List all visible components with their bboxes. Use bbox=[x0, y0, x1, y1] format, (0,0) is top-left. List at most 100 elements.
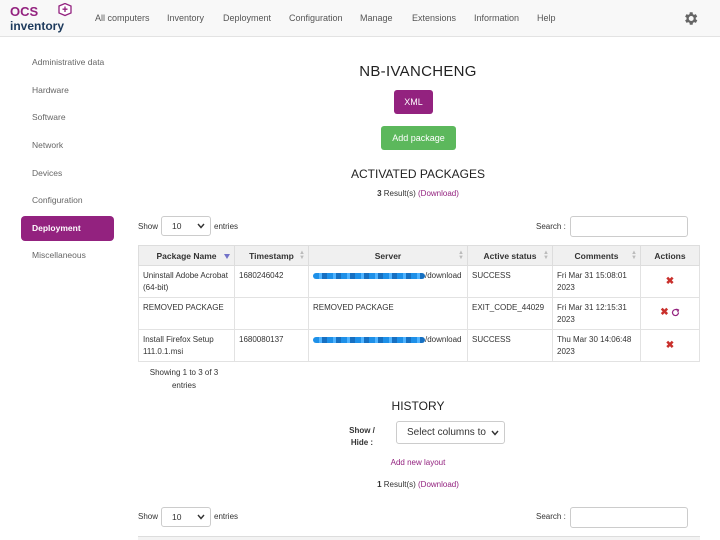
cell-comments: Fri Mar 31 12:15:31 2023 bbox=[552, 297, 641, 330]
column-label: Timestamp bbox=[249, 250, 294, 261]
delete-icon[interactable]: ✖ bbox=[666, 276, 674, 287]
add-new-layout-link[interactable]: Add new layout bbox=[300, 458, 536, 467]
activated-packages-title: ACTIVATED PACKAGES bbox=[350, 167, 486, 181]
svg-text:inventory: inventory bbox=[10, 19, 64, 33]
sidebar-item-administrative-data[interactable]: Administrative data bbox=[21, 50, 114, 75]
server-suffix: /download bbox=[425, 335, 462, 344]
activated-search-label: Search : bbox=[536, 222, 566, 231]
sidebar-item-deployment[interactable]: Deployment bbox=[21, 216, 114, 241]
history-result-suffix: Result(s) bbox=[383, 480, 416, 489]
svg-text:OCS: OCS bbox=[10, 4, 39, 19]
history-download-link[interactable]: (Download) bbox=[418, 480, 459, 489]
history-results-count: 1 Result(s) (Download) bbox=[300, 480, 536, 489]
table-info-text: Showing 1 to 3 of 3 entries bbox=[149, 368, 219, 390]
cell-actions: ✖ bbox=[640, 265, 700, 298]
select-columns-dropdown[interactable]: Select columns to bbox=[396, 421, 505, 444]
activated-result-suffix: Result(s) bbox=[383, 189, 416, 198]
nav-manage[interactable]: Manage bbox=[360, 13, 393, 23]
cell-package-name: Install Firefox Setup 111.0.1.msi bbox=[138, 329, 235, 362]
history-entries-value: 10 bbox=[172, 512, 182, 522]
show-hide-label: Show / Hide : bbox=[349, 426, 375, 447]
column-comments[interactable]: Comments ▲ ▼ bbox=[552, 245, 641, 266]
nav-extensions[interactable]: Extensions bbox=[412, 13, 456, 23]
column-active-status[interactable]: Active status ▲ ▼ bbox=[467, 245, 553, 266]
history-entries-select[interactable]: 10 bbox=[161, 507, 211, 527]
activated-results-count: 3 Result(s) (Download) bbox=[300, 189, 536, 198]
redacted-server-url bbox=[313, 272, 425, 279]
nav-information[interactable]: Information bbox=[474, 13, 519, 23]
history-search-input[interactable] bbox=[570, 507, 688, 528]
history-show-label: Show bbox=[138, 512, 159, 521]
table-header-row: Package Name Timestamp ▲ ▼ Server ▲ ▼ Acti… bbox=[138, 245, 700, 266]
redacted-server-url bbox=[313, 336, 425, 343]
activated-download-link[interactable]: (Download) bbox=[418, 189, 459, 198]
history-table-header-edge bbox=[138, 536, 700, 540]
top-navbar: OCS inventory All computers Inventory De… bbox=[0, 0, 720, 37]
column-label: Comments bbox=[574, 250, 619, 261]
activated-show-label: Show bbox=[138, 222, 159, 231]
column-label: Actions bbox=[654, 250, 686, 261]
column-label: Package Name bbox=[156, 250, 217, 261]
sort-icon: ▲ ▼ bbox=[458, 250, 464, 261]
ocs-inventory-logo[interactable]: OCS inventory bbox=[9, 3, 75, 33]
table-row: REMOVED PACKAGE REMOVED PACKAGE EXIT_COD… bbox=[138, 297, 700, 330]
activated-result-number: 3 bbox=[377, 189, 382, 198]
column-actions: Actions bbox=[640, 245, 700, 266]
select-columns-value: Select columns to bbox=[407, 427, 486, 438]
chevron-down-icon bbox=[197, 223, 205, 229]
history-result-number: 1 bbox=[377, 480, 382, 489]
delete-icon[interactable]: ✖ bbox=[660, 307, 668, 318]
cell-actions: ✖ bbox=[640, 297, 700, 330]
column-label: Active status bbox=[483, 250, 537, 261]
cell-timestamp: 1680080137 bbox=[234, 329, 309, 362]
activated-entries-select[interactable]: 10 bbox=[161, 216, 211, 236]
cell-timestamp bbox=[234, 297, 309, 330]
column-timestamp[interactable]: Timestamp ▲ ▼ bbox=[234, 245, 309, 266]
computer-name-title: NB-IVANCHENG bbox=[359, 63, 477, 80]
sort-icon: ▲ ▼ bbox=[543, 250, 549, 261]
activated-packages-table: Package Name Timestamp ▲ ▼ Server ▲ ▼ Acti… bbox=[138, 245, 700, 362]
refresh-icon[interactable] bbox=[671, 308, 680, 317]
sidebar-item-network[interactable]: Network bbox=[21, 133, 114, 158]
sort-icon: ▲ ▼ bbox=[631, 250, 637, 261]
gear-icon[interactable] bbox=[682, 10, 699, 27]
column-label: Server bbox=[374, 250, 402, 261]
history-entries-label: entries bbox=[214, 512, 239, 521]
cell-server: /download bbox=[308, 265, 468, 298]
activated-search-input[interactable] bbox=[570, 216, 688, 237]
chevron-down-icon bbox=[491, 430, 499, 436]
column-package-name[interactable]: Package Name bbox=[138, 245, 235, 266]
sidebar-item-miscellaneous[interactable]: Miscellaneous bbox=[21, 243, 114, 268]
sort-desc-icon bbox=[224, 254, 230, 259]
sidebar-item-hardware[interactable]: Hardware bbox=[21, 78, 114, 103]
nav-deployment[interactable]: Deployment bbox=[223, 13, 271, 23]
server-suffix: /download bbox=[425, 271, 462, 280]
sort-icon: ▲ ▼ bbox=[299, 250, 305, 261]
cell-package-name: REMOVED PACKAGE bbox=[138, 297, 235, 330]
nav-configuration[interactable]: Configuration bbox=[289, 13, 343, 23]
table-row: Uninstall Adobe Acrobat (64-bit) 1680246… bbox=[138, 265, 700, 298]
history-title: HISTORY bbox=[391, 399, 445, 413]
nav-help[interactable]: Help bbox=[537, 13, 556, 23]
sidebar-item-software[interactable]: Software bbox=[21, 105, 114, 130]
cell-status: EXIT_CODE_44029 bbox=[467, 297, 553, 330]
cell-server: /download bbox=[308, 329, 468, 362]
cell-status: SUCCESS bbox=[467, 265, 553, 298]
cell-package-name: Uninstall Adobe Acrobat (64-bit) bbox=[138, 265, 235, 298]
cell-timestamp: 1680246042 bbox=[234, 265, 309, 298]
nav-all-computers[interactable]: All computers bbox=[95, 13, 150, 23]
delete-icon[interactable]: ✖ bbox=[666, 340, 674, 351]
chevron-down-icon bbox=[197, 514, 205, 520]
nav-inventory[interactable]: Inventory bbox=[167, 13, 204, 23]
cell-comments: Thu Mar 30 14:06:48 2023 bbox=[552, 329, 641, 362]
table-row: Install Firefox Setup 111.0.1.msi 168008… bbox=[138, 329, 700, 362]
xml-button[interactable]: XML bbox=[394, 90, 433, 114]
cell-status: SUCCESS bbox=[467, 329, 553, 362]
sidebar-item-devices[interactable]: Devices bbox=[21, 161, 114, 186]
cell-actions: ✖ bbox=[640, 329, 700, 362]
sidebar-item-configuration[interactable]: Configuration bbox=[21, 188, 114, 213]
history-search-label: Search : bbox=[536, 512, 566, 521]
cell-server: REMOVED PACKAGE bbox=[308, 297, 468, 330]
add-package-button[interactable]: Add package bbox=[381, 126, 456, 150]
column-server[interactable]: Server ▲ ▼ bbox=[308, 245, 468, 266]
